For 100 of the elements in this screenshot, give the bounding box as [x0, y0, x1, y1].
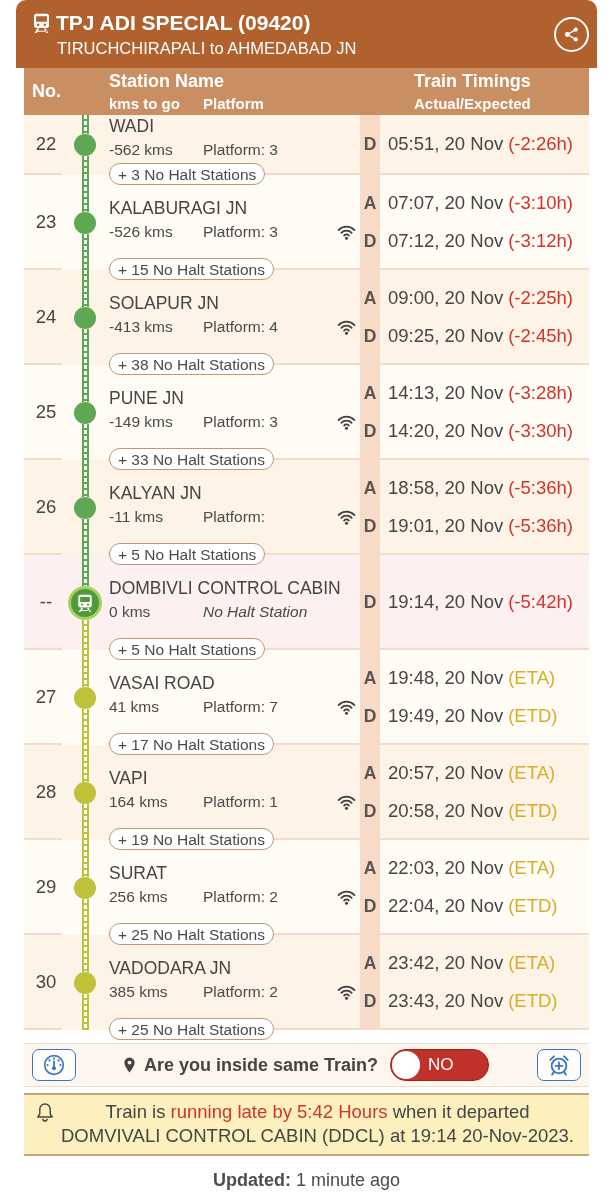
expected-time-label: (ETD): [508, 894, 558, 917]
platform-label: Platform: 1: [203, 793, 278, 811]
delay-label: (-5:42h): [508, 590, 573, 613]
no-halt-stations-button[interactable]: + 25 No Halt Stations: [109, 923, 274, 945]
timing-time: 19:48, 20 Nov: [388, 666, 504, 689]
no-halt-stations-button[interactable]: + 17 No Halt Stations: [109, 733, 274, 755]
platform-label: Platform: 3: [203, 413, 278, 431]
last-updated: Updated: 1 minute ago: [212, 1170, 401, 1191]
timing-type-label: D: [363, 894, 377, 917]
no-halt-stations-button[interactable]: + 19 No Halt Stations: [109, 828, 274, 850]
timing-time: 14:13, 20 Nov: [388, 381, 504, 404]
timing-type-label: D: [363, 133, 377, 155]
inside-train-question: Are you inside same Train?: [143, 1054, 379, 1076]
no-halt-stations-button[interactable]: + 5 No Halt Stations: [109, 543, 266, 565]
station-name: PUNE JN: [109, 387, 184, 409]
delay-label: (-3:12h): [508, 229, 573, 252]
column-subheading: kms to go: [109, 95, 180, 112]
bell-icon: [35, 1102, 54, 1122]
timing-time: 20:58, 20 Nov: [388, 799, 504, 822]
share-button[interactable]: [554, 16, 589, 52]
timing-type-label: D: [363, 704, 377, 727]
no-halt-stations-button[interactable]: + 5 No Halt Stations: [109, 638, 266, 660]
expected-time-label: (ETA): [508, 761, 556, 784]
delay-label: (-3:10h): [508, 191, 573, 214]
timing-type-label: D: [363, 799, 377, 822]
station-number: 30: [35, 970, 57, 993]
platform-label: Platform: 4: [203, 318, 278, 336]
platform-label: Platform: 2: [203, 888, 278, 906]
delay-label: (-3:30h): [508, 419, 573, 442]
station-name: SURAT: [109, 862, 167, 884]
expected-time-label: (ETD): [508, 704, 558, 727]
timing-type-label: A: [363, 951, 377, 974]
distance-to-go: 41 kms: [109, 698, 159, 716]
column-heading: No.: [32, 81, 61, 102]
delay-label: (-2:45h): [508, 324, 573, 347]
platform-label: Platform: 3: [203, 223, 278, 241]
timing-type-label: A: [363, 666, 377, 689]
station-number: --: [39, 590, 53, 613]
alarm-button[interactable]: [537, 1049, 581, 1081]
train-title: TPJ ADI SPECIAL (09420): [56, 10, 311, 35]
no-halt-stations-button[interactable]: + 33 No Halt Stations: [109, 448, 274, 470]
distance-to-go: -11 kms: [109, 508, 163, 526]
timing-type-label: A: [363, 856, 377, 879]
platform-label: Platform: 7: [203, 698, 278, 716]
distance-to-go: -149 kms: [109, 413, 173, 431]
expected-time-label: (ETA): [508, 856, 556, 879]
expected-time-label: (ETA): [508, 666, 556, 689]
timing-time: 19:14, 20 Nov: [388, 590, 504, 613]
distance-to-go: 0 kms: [109, 603, 151, 621]
no-halt-stations-button[interactable]: + 15 No Halt Stations: [109, 258, 274, 280]
inside-train-toggle[interactable]: NO: [390, 1049, 490, 1081]
timing-type-label: D: [363, 989, 377, 1012]
timing-time: 05:51, 20 Nov: [388, 133, 504, 155]
distance-to-go: -413 kms: [109, 318, 173, 336]
timing-time: 23:43, 20 Nov: [388, 989, 504, 1012]
timing-time: 22:04, 20 Nov: [388, 894, 504, 917]
station-name: SOLAPUR JN: [109, 292, 219, 314]
notice-text: Train is running late by 5:42 Hours when it departed DOMVIVALI CONTROL CABIN (DDCL) at 19:14 20-Nov-2023.: [60, 1100, 575, 1148]
platform-label: Platform: 3: [203, 141, 278, 159]
delay-label: (-2:25h): [508, 286, 573, 309]
timing-time: 14:20, 20 Nov: [388, 419, 504, 442]
station-name: VASAI ROAD: [109, 672, 215, 694]
timing-type-label: D: [363, 229, 377, 252]
station-number: 26: [35, 495, 57, 518]
station-number: 29: [35, 875, 57, 898]
platform-label: Platform: 2: [203, 983, 278, 1001]
no-halt-stations-button[interactable]: + 25 No Halt Stations: [109, 1018, 274, 1040]
station-name: KALYAN JN: [109, 482, 202, 504]
column-subheading: Platform: [203, 95, 264, 112]
expected-time-label: (ETD): [508, 989, 558, 1012]
distance-to-go: -562 kms: [109, 141, 173, 159]
column-subheading: Actual/Expected: [414, 95, 531, 112]
speedometer-button[interactable]: [32, 1049, 76, 1081]
timing-time: 22:03, 20 Nov: [388, 856, 504, 879]
timing-type-label: A: [363, 286, 377, 309]
timing-time: 19:01, 20 Nov: [388, 514, 504, 537]
platform-label: Platform:: [203, 508, 265, 526]
station-number: 23: [35, 210, 57, 233]
column-heading: Station Name: [109, 71, 225, 91]
timing-time: 18:58, 20 Nov: [388, 476, 504, 499]
station-name: DOMBIVLI CONTROL CABIN: [109, 577, 341, 599]
timing-time: 07:12, 20 Nov: [388, 229, 504, 252]
timing-type-label: A: [363, 381, 377, 404]
station-name: KALABURAGI JN: [109, 197, 248, 219]
station-name: VADODARA JN: [109, 957, 232, 979]
delay-label: (-5:36h): [508, 476, 573, 499]
station-name: WADI: [109, 115, 155, 137]
distance-to-go: -526 kms: [109, 223, 173, 241]
distance-to-go: 385 kms: [109, 983, 168, 1001]
delay-label: (-5:36h): [508, 514, 573, 537]
delay-label: (-2:26h): [508, 133, 573, 155]
station-number: 27: [35, 685, 57, 708]
station-number: 22: [35, 133, 57, 155]
location-pin-icon: [123, 1057, 135, 1073]
timing-type-label: D: [363, 419, 377, 442]
station-number: 25: [35, 400, 57, 423]
no-halt-stations-button[interactable]: + 38 No Halt Stations: [109, 353, 274, 375]
no-halt-stations-button[interactable]: + 3 No Halt Stations: [109, 163, 266, 185]
station-number: 24: [35, 305, 57, 328]
column-heading: Train Timings: [414, 71, 531, 91]
